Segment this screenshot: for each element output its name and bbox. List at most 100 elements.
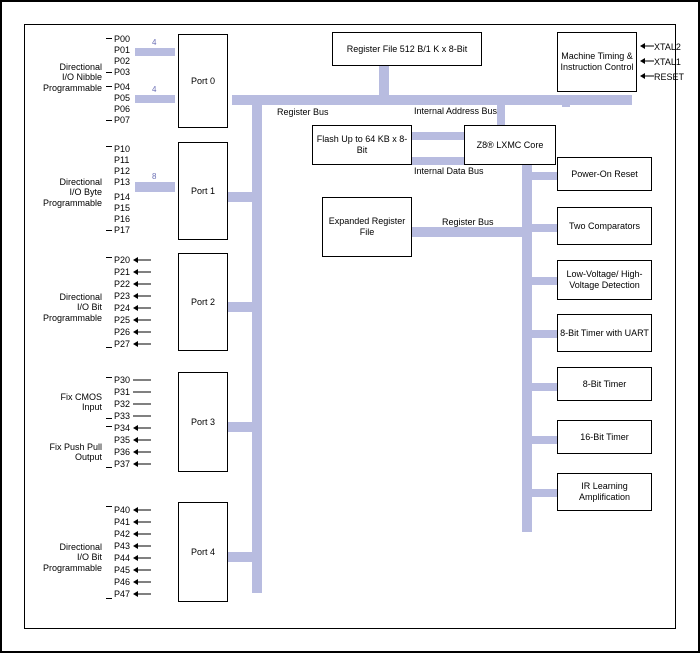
register-bus-2-label: Register Bus — [442, 217, 494, 227]
pin-label: P11 — [114, 155, 129, 165]
pin-arrow-icon — [133, 518, 151, 526]
pin-label: P30 — [114, 375, 130, 385]
ir-label: IR Learning Amplification — [560, 481, 649, 503]
pin-label: P35 — [114, 435, 130, 445]
pin-arrow-icon — [133, 566, 151, 574]
pin-label: P13 — [114, 177, 130, 187]
pin-label: P41 — [114, 517, 130, 527]
lvd-block: Low-Voltage/ High-Voltage Detection — [557, 260, 652, 300]
pin-label: P16 — [114, 214, 130, 224]
core-block: Z8® LXMC Core — [464, 125, 556, 165]
pin-P36: P36 — [114, 447, 151, 457]
pin-arrow-icon — [133, 412, 151, 420]
comparators-block: Two Comparators — [557, 207, 652, 245]
port2-title: Port 2 — [191, 297, 215, 307]
pin-P25: P25 — [114, 315, 151, 325]
pin-P00: P00 — [114, 34, 130, 44]
pin-P17: P17 — [114, 225, 130, 235]
pin-P05: P05 — [114, 93, 130, 103]
bus-regfile-v — [379, 65, 389, 98]
pin-P27: P27 — [114, 339, 151, 349]
pin-label: P03 — [114, 67, 130, 77]
bus-stub-port4 — [227, 552, 257, 562]
register-file-block: Register File 512 B/1 K x 8-Bit — [332, 32, 482, 66]
flash-block: Flash Up to 64 KB x 8-Bit — [312, 125, 412, 165]
pin-label: P40 — [114, 505, 130, 515]
pin-label: P02 — [114, 56, 130, 66]
pin-arrow-icon — [133, 292, 151, 300]
pin-label: P10 — [114, 144, 130, 154]
stub-cmp — [530, 224, 558, 232]
register-bus-h — [232, 95, 632, 105]
pin-arrow-icon — [133, 304, 151, 312]
pin-P11: P11 — [114, 155, 129, 165]
pin-P26: P26 — [114, 327, 151, 337]
register-bus-label: Register Bus — [277, 107, 329, 117]
pin-arrow-icon — [133, 388, 151, 396]
port1-group-label: Directional I/O Byte Programmable — [32, 177, 102, 208]
core-label: Z8® LXMC Core — [477, 140, 544, 151]
pin-P41: P41 — [114, 517, 151, 527]
reset-label: RESET — [654, 72, 684, 82]
cmp-label: Two Comparators — [569, 221, 640, 232]
pin-arrow-icon — [133, 400, 151, 408]
pin-P02: P02 — [114, 56, 130, 66]
bus-stub-port3 — [227, 422, 257, 432]
pin-label: P34 — [114, 423, 130, 433]
pin-arrow-icon — [133, 268, 151, 276]
pin-P24: P24 — [114, 303, 151, 313]
pin-arrow-icon — [133, 316, 151, 324]
pin-arrow-icon — [133, 460, 151, 468]
pin-label: P42 — [114, 529, 130, 539]
pin-arrow-icon — [133, 340, 151, 348]
register-file-label: Register File 512 B/1 K x 8-Bit — [347, 44, 468, 55]
port3-bot-label: Fix Push Pull Output — [32, 442, 102, 463]
t16-label: 16-Bit Timer — [580, 432, 629, 443]
xtal2-label: XTAL2 — [654, 42, 681, 52]
port2-group-label: Directional I/O Bit Programmable — [32, 292, 102, 323]
pin-P16: P16 — [114, 214, 130, 224]
pin-P32: P32 — [114, 399, 151, 409]
pin-P20: P20 — [114, 255, 151, 265]
pin-label: P47 — [114, 589, 130, 599]
pin-P43: P43 — [114, 541, 151, 551]
pin-label: P33 — [114, 411, 130, 421]
vertical-port-bus — [252, 103, 262, 593]
pin-label: P24 — [114, 303, 130, 313]
pin-label: P04 — [114, 82, 130, 92]
por-label: Power-On Reset — [571, 169, 638, 180]
pin-label: P32 — [114, 399, 130, 409]
idb-label: Internal Data Bus — [414, 166, 484, 176]
port0-box: Port 0 — [178, 34, 228, 128]
pin-P44: P44 — [114, 553, 151, 563]
peripheral-bus-v — [522, 162, 532, 532]
pin-P10: P10 — [114, 144, 130, 154]
t8u-label: 8-Bit Timer with UART — [560, 328, 649, 339]
pin-label: P12 — [114, 166, 130, 176]
pin-P34: P34 — [114, 423, 151, 433]
pin-arrow-icon — [133, 578, 151, 586]
pin-P35: P35 — [114, 435, 151, 445]
pin-arrow-icon — [133, 448, 151, 456]
port0-title: Port 0 — [191, 76, 215, 86]
port1-box: Port 1 — [178, 142, 228, 240]
pin-arrow-icon — [133, 554, 151, 562]
stub-t8u — [530, 330, 558, 338]
pin-label: P14 — [114, 192, 130, 202]
pin-label: P07 — [114, 115, 130, 125]
port1-title: Port 1 — [191, 186, 215, 196]
port3-box: Port 3 — [178, 372, 228, 472]
erf-label: Expanded Register File — [325, 216, 409, 238]
pin-arrow-icon — [133, 424, 151, 432]
pin-P31: P31 — [114, 387, 151, 397]
pin-arrow-icon — [133, 328, 151, 336]
ir-block: IR Learning Amplification — [557, 473, 652, 511]
pin-label: P17 — [114, 225, 130, 235]
pin-arrow-icon — [133, 590, 151, 598]
pin-P23: P23 — [114, 291, 151, 301]
pin-label: P01 — [114, 45, 130, 55]
pin-P37: P37 — [114, 459, 151, 469]
timer8-uart-block: 8-Bit Timer with UART — [557, 314, 652, 352]
stub-mtic-down — [562, 95, 570, 107]
lvd-label: Low-Voltage/ High-Voltage Detection — [560, 269, 649, 291]
